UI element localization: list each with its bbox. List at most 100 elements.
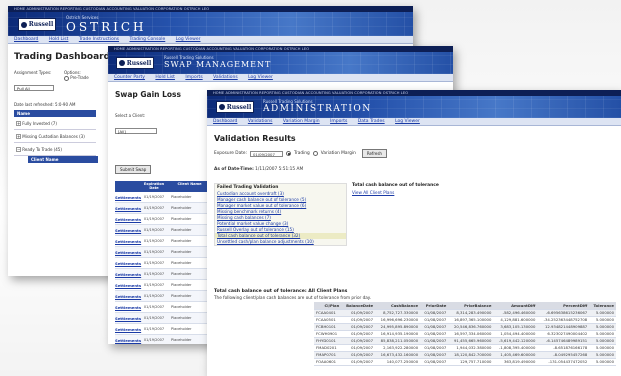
nav-data-trades[interactable]: Data Trades (358, 119, 385, 124)
exposure-date-input[interactable]: 01/09/2007 (249, 150, 283, 157)
table-row[interactable]: Settlements 01/19/2007 Placeholder (115, 236, 210, 247)
table-cell: 24,995,895.890000 (375, 323, 421, 331)
pre-trade-checkbox[interactable] (64, 75, 69, 81)
table-cell: 12.934821448909887 (537, 323, 590, 331)
nav-counter-party[interactable]: Counter Party (114, 75, 145, 80)
nav-log-viewer[interactable]: Log Viewer (395, 119, 420, 124)
russell-logo[interactable]: Russell (116, 57, 154, 69)
settlements-link[interactable]: Settlements (115, 217, 141, 222)
collapse-icon[interactable]: − (16, 147, 21, 152)
table-cell: 01/08/2007 (420, 344, 449, 352)
trading-radio[interactable] (285, 151, 291, 156)
table-row[interactable]: Settlements 01/19/2007 Placeholder (115, 203, 210, 214)
nav-validations[interactable]: Validations (213, 75, 238, 80)
nav-hold-list[interactable]: Hold List (155, 75, 175, 80)
table-row[interactable]: Settlements 01/19/2007 Placeholder (115, 324, 210, 335)
table-row[interactable]: Settlements 01/19/2007 Placeholder (115, 258, 210, 269)
column-header[interactable]: BalanceDate (341, 302, 376, 310)
refresh-button[interactable]: Refresh (361, 149, 387, 158)
settlements-link[interactable]: Settlements (115, 327, 141, 332)
nav-dashboard[interactable]: Dashboard (14, 37, 38, 42)
table-row[interactable]: Settlements 01/19/2007 Placeholder (115, 247, 210, 258)
settlements-link[interactable]: Settlements (115, 305, 141, 310)
nav-variation-margin[interactable]: Variation Margin (283, 119, 320, 124)
settlements-link[interactable]: Settlements (115, 338, 141, 343)
table-row[interactable]: FMAD0201 01/09/2007 2,163,922.280000 01/08/… (314, 344, 616, 352)
table-cell: 16,996,696.230000 (375, 316, 421, 324)
nav-imports[interactable]: Imports (330, 119, 347, 124)
settlements-link[interactable]: Settlements (115, 272, 141, 277)
expiration-date: 01/19/2007 (143, 217, 165, 221)
settlements-link[interactable]: Settlements (115, 195, 141, 200)
assignment-select[interactable]: Pull All (14, 85, 54, 91)
table-cell: 5.000000 (589, 358, 616, 366)
settlements-link[interactable]: Settlements (115, 206, 141, 211)
nav-validations[interactable]: Validations (248, 119, 273, 124)
table-row[interactable]: Settlements 01/19/2007 Placeholder (115, 269, 210, 280)
table-row[interactable]: FCAA0401 01/09/2007 8,752,727.330000 01/08/… (314, 309, 616, 317)
table-row[interactable]: Settlements 01/19/2007 Placeholder (115, 335, 210, 344)
table-cell: 01/09/2007 (341, 330, 376, 338)
settlements-link[interactable]: Settlements (115, 316, 141, 321)
settlements-link[interactable]: Settlements (115, 239, 141, 244)
list-item[interactable]: + Missing Custodian Balances (3) (14, 130, 96, 143)
table-row[interactable]: FCBH0101 01/09/2007 24,995,895.890000 01/08… (314, 323, 616, 331)
russell-logo[interactable]: Russell (18, 18, 56, 31)
table-row[interactable]: Settlements 01/19/2007 Placeholder (115, 302, 210, 313)
date-label: Date last refreshed: (14, 102, 54, 107)
settlements-link[interactable]: Settlements (115, 250, 141, 255)
table-row[interactable]: FCWH0901 01/09/2007 16,914,935.190000 01/08… (314, 330, 616, 338)
list-item[interactable]: + Fully Invested (7) (14, 117, 96, 130)
column-header[interactable]: PriorBalance (448, 302, 494, 310)
table-cell: 1,054,494.400000 (493, 330, 538, 338)
table-cell: FHYD0101 (314, 337, 342, 345)
column-header[interactable]: CashBalance (375, 302, 421, 310)
failed-validation-link[interactable]: Unsettled cash/plan balance adjustments … (215, 239, 346, 245)
expand-icon[interactable]: + (16, 134, 21, 139)
settlements-link[interactable]: Settlements (115, 261, 141, 266)
table-cell: 2,163,922.280000 (375, 344, 421, 352)
table-row[interactable]: FOAA0601 01/09/2007 140,077.250000 01/08/20… (314, 358, 616, 366)
table-row[interactable]: FHYD0101 01/09/2007 85,838,211.050000 01/08… (314, 337, 616, 345)
table-row[interactable]: Settlements 01/19/2007 Placeholder (115, 192, 210, 203)
russell-logo[interactable]: Russell (216, 101, 254, 113)
table-cell: 01/08/2007 (420, 323, 449, 331)
list-item[interactable]: − Ready To Trade (45) (14, 143, 96, 156)
nav-dashboard[interactable]: Dashboard (213, 119, 237, 124)
client-select[interactable]: [All] (115, 128, 157, 134)
nav-imports[interactable]: Imports (185, 75, 202, 80)
view-all-plans-link[interactable]: View All Client Plans (352, 190, 472, 195)
column-header[interactable]: Cl/Plan (314, 302, 342, 310)
settlements-link[interactable]: Settlements (115, 228, 141, 233)
column-header[interactable]: Tolerance (589, 302, 616, 310)
column-header[interactable]: PercentDiff (537, 302, 590, 310)
table-row[interactable]: FCAA0501 01/09/2007 16,996,696.230000 01/08… (314, 316, 616, 324)
submit-swap-button[interactable]: Submit Swap (115, 165, 152, 174)
expand-icon[interactable]: + (16, 121, 21, 126)
expiration-date: 01/19/2007 (143, 195, 165, 199)
nav-trade-instructions[interactable]: Trade Instructions (79, 37, 119, 42)
table-cell: 16,897,365.100000 (448, 316, 494, 324)
column-header[interactable]: PriorDate (420, 302, 449, 310)
expiration-date: 01/19/2007 (143, 206, 165, 210)
table-row[interactable]: Settlements 01/19/2007 Placeholder (115, 280, 210, 291)
table-cell: 01/08/2007 (420, 330, 449, 338)
table-row[interactable]: Settlements 01/19/2007 Placeholder (115, 313, 210, 324)
bottom-title: Total cash balance out of tolerance: All… (214, 289, 348, 294)
table-row[interactable]: Settlements 01/19/2007 Placeholder (115, 291, 210, 302)
settlements-link[interactable]: Settlements (115, 283, 141, 288)
nav-log-viewer[interactable]: Log Viewer (248, 75, 273, 80)
nav-trading-console[interactable]: Trading Console (129, 37, 165, 42)
nav-hold-list[interactable]: Hold List (49, 37, 69, 42)
variation-margin-radio[interactable] (312, 151, 318, 156)
expiration-date: 01/19/2007 (143, 294, 165, 298)
client-name: Placeholder (171, 272, 192, 276)
asof-label: As of Date-Time: (214, 167, 254, 172)
table-row[interactable]: FMAP0701 01/09/2007 16,673,432.160000 01/08… (314, 351, 616, 359)
settlements-link[interactable]: Settlements (115, 294, 141, 299)
table-row[interactable]: Settlements 01/19/2007 Placeholder (115, 225, 210, 236)
table-row[interactable]: Settlements 01/19/2007 Placeholder (115, 214, 210, 225)
nav-log-viewer[interactable]: Log Viewer (176, 37, 201, 42)
right-title: Total cash balance out of tolerance (352, 183, 439, 188)
column-header[interactable]: AmountDiff (493, 302, 538, 310)
